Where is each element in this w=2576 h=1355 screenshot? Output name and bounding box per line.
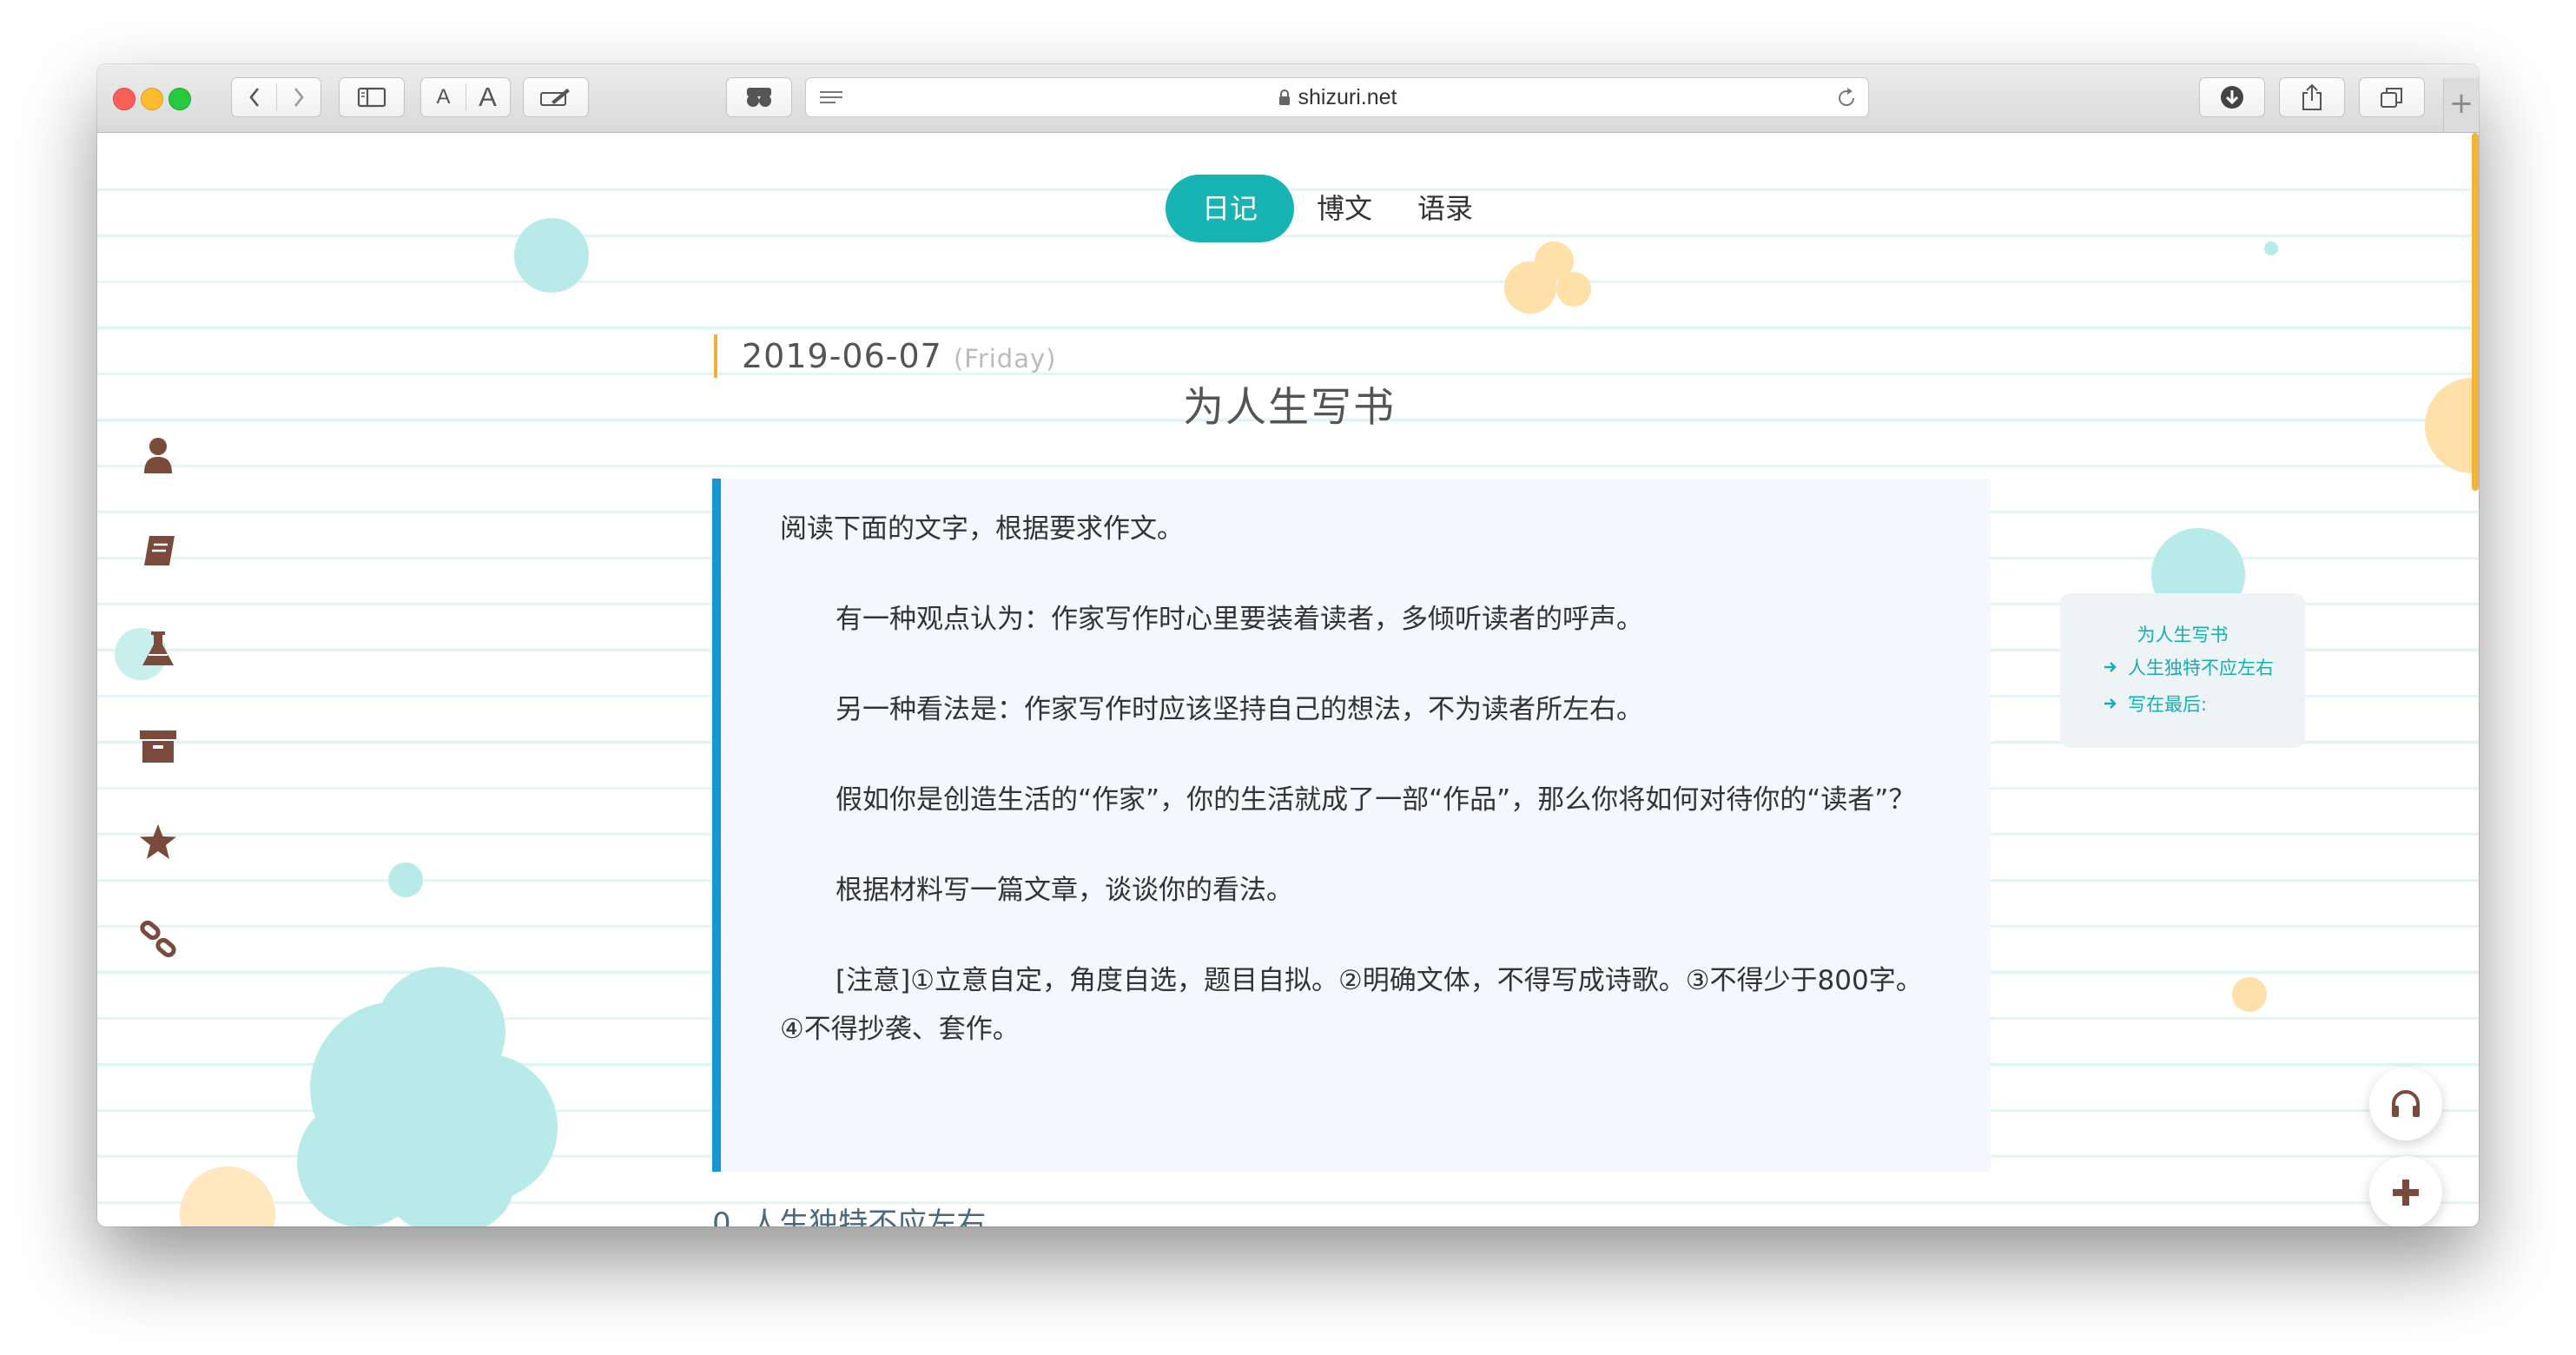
link-icon — [140, 920, 176, 958]
date-accent-bar — [714, 334, 717, 378]
background-bubble — [2264, 241, 2278, 255]
background-bubble — [514, 218, 589, 293]
paragraph: 另一种看法是：作家写作时应该坚持自己的想法，不为读者所左右。 — [836, 694, 1643, 725]
back-button[interactable] — [232, 87, 276, 108]
history-nav-group — [231, 77, 321, 117]
headphones-icon — [2392, 1090, 2420, 1117]
zoom-window-button[interactable] — [168, 88, 191, 110]
toc-title[interactable]: 为人生写书 — [2060, 621, 2305, 647]
arrow-right-icon — [2104, 698, 2117, 709]
quote-block: 阅读下面的文字，根据要求作文。 有一种观点认为：作家写作时心里要装着读者，多倾听… — [712, 479, 1991, 1172]
section-heading[interactable]: 0. 人生独特不应左右 — [712, 1200, 986, 1226]
page-scrollbar[interactable] — [2472, 133, 2479, 491]
glasses-icon — [747, 88, 771, 107]
sidebar-toggle-button[interactable] — [339, 77, 405, 117]
tab-posts[interactable]: 博文 — [1294, 175, 1395, 242]
extension-button[interactable] — [726, 77, 792, 117]
background-bubble — [2232, 977, 2267, 1012]
sidebar-icon — [357, 87, 386, 108]
toc-item[interactable]: 人生独特不应左右 — [2104, 654, 2274, 680]
plus-icon — [2393, 1180, 2419, 1206]
background-bubble — [180, 1167, 275, 1226]
post-title: 为人生写书 — [1183, 384, 1396, 432]
post-weekday: (Friday) — [953, 344, 1057, 373]
post-date-value: 2019-06-07 — [742, 337, 942, 375]
tabs-overview-icon — [2381, 88, 2402, 108]
quote-accent-bar — [712, 479, 721, 1172]
share-icon — [2302, 83, 2322, 110]
flask-icon — [142, 631, 174, 665]
sidebar-lab-link[interactable] — [137, 628, 179, 670]
paragraph: 有一种观点认为：作家写作时心里要装着读者，多倾听读者的呼声。 — [836, 604, 1643, 635]
tab-quotes[interactable]: 语录 — [1395, 175, 1496, 242]
sidebar-posts-link[interactable] — [137, 531, 179, 572]
toc-item[interactable]: 写在最后: — [2104, 691, 2207, 717]
markup-pen-icon — [540, 89, 570, 106]
lock-icon — [1278, 89, 1290, 105]
forward-button[interactable] — [276, 87, 320, 108]
browser-toolbar: A A shizuri.net + — [97, 64, 2479, 133]
paragraph: 根据材料写一篇文章，谈谈你的看法。 — [836, 875, 1293, 906]
share-button[interactable] — [2279, 77, 2345, 117]
chevron-left-icon — [248, 88, 259, 107]
show-tabs-button[interactable] — [2359, 77, 2425, 117]
background-bubble — [1556, 272, 1591, 307]
background-bubble — [388, 863, 423, 897]
toc-item-label: 人生独特不应左右 — [2128, 658, 2274, 678]
top-navigation: 日记 博文 语录 — [1166, 175, 1496, 242]
background-bubble — [2425, 378, 2479, 473]
sidebar-favorites-link[interactable] — [137, 821, 179, 863]
toc-item-label: 写在最后: — [2128, 694, 2208, 715]
web-page: 日记 博文 语录 2019-06-07 (Friday) 为人生写书 阅读下面的… — [97, 133, 2479, 1226]
quote-text: 阅读下面的文字，根据要求作文。 有一种观点认为：作家写作时心里要装着读者，多倾听… — [780, 505, 1935, 1095]
star-icon — [140, 824, 176, 859]
sidebar-profile-link[interactable] — [137, 434, 179, 476]
chevron-right-icon — [294, 88, 304, 107]
browser-window: A A shizuri.net + 日记 博文 语录 2019-06-07 (F… — [97, 64, 2479, 1226]
text-size-group: A A — [420, 77, 511, 117]
sidebar-links-link[interactable] — [137, 918, 179, 960]
close-window-button[interactable] — [113, 88, 135, 110]
archive-icon — [140, 730, 176, 763]
new-tab-button[interactable]: + — [2443, 78, 2479, 132]
paragraph: 阅读下面的文字，根据要求作文。 — [780, 513, 1184, 545]
tab-diary[interactable]: 日记 — [1166, 175, 1295, 242]
reload-icon[interactable] — [1835, 87, 1858, 109]
paragraph: [注意]①立意自定，角度自选，题目自拟。②明确文体，不得写成诗歌。③不得少于80… — [780, 965, 1923, 1045]
table-of-contents: 为人生写书 人生独特不应左右 写在最后: — [2060, 593, 2305, 748]
annotate-button[interactable] — [523, 77, 589, 117]
url-text: shizuri.net — [1298, 85, 1397, 109]
url-display: shizuri.net — [806, 78, 1868, 116]
larger-text-button[interactable]: A — [466, 82, 510, 113]
music-player-button[interactable] — [2369, 1067, 2442, 1140]
expand-menu-button[interactable] — [2369, 1156, 2442, 1226]
address-bar[interactable]: shizuri.net — [805, 77, 1869, 117]
downloads-button[interactable] — [2199, 77, 2265, 117]
arrow-right-icon — [2104, 662, 2117, 672]
minimize-window-button[interactable] — [141, 88, 163, 110]
paragraph: 假如你是创造生活的“作家”，你的生活就成了一部“作品”，那么你将如何对待你的“读… — [836, 784, 1916, 816]
book-icon — [142, 535, 175, 566]
smaller-text-button[interactable]: A — [421, 85, 466, 109]
user-icon — [144, 438, 172, 473]
download-icon — [2221, 86, 2243, 109]
sidebar-archive-link[interactable] — [137, 725, 179, 767]
background-bubble — [384, 1132, 514, 1226]
post-date: 2019-06-07 (Friday) — [742, 334, 1056, 380]
